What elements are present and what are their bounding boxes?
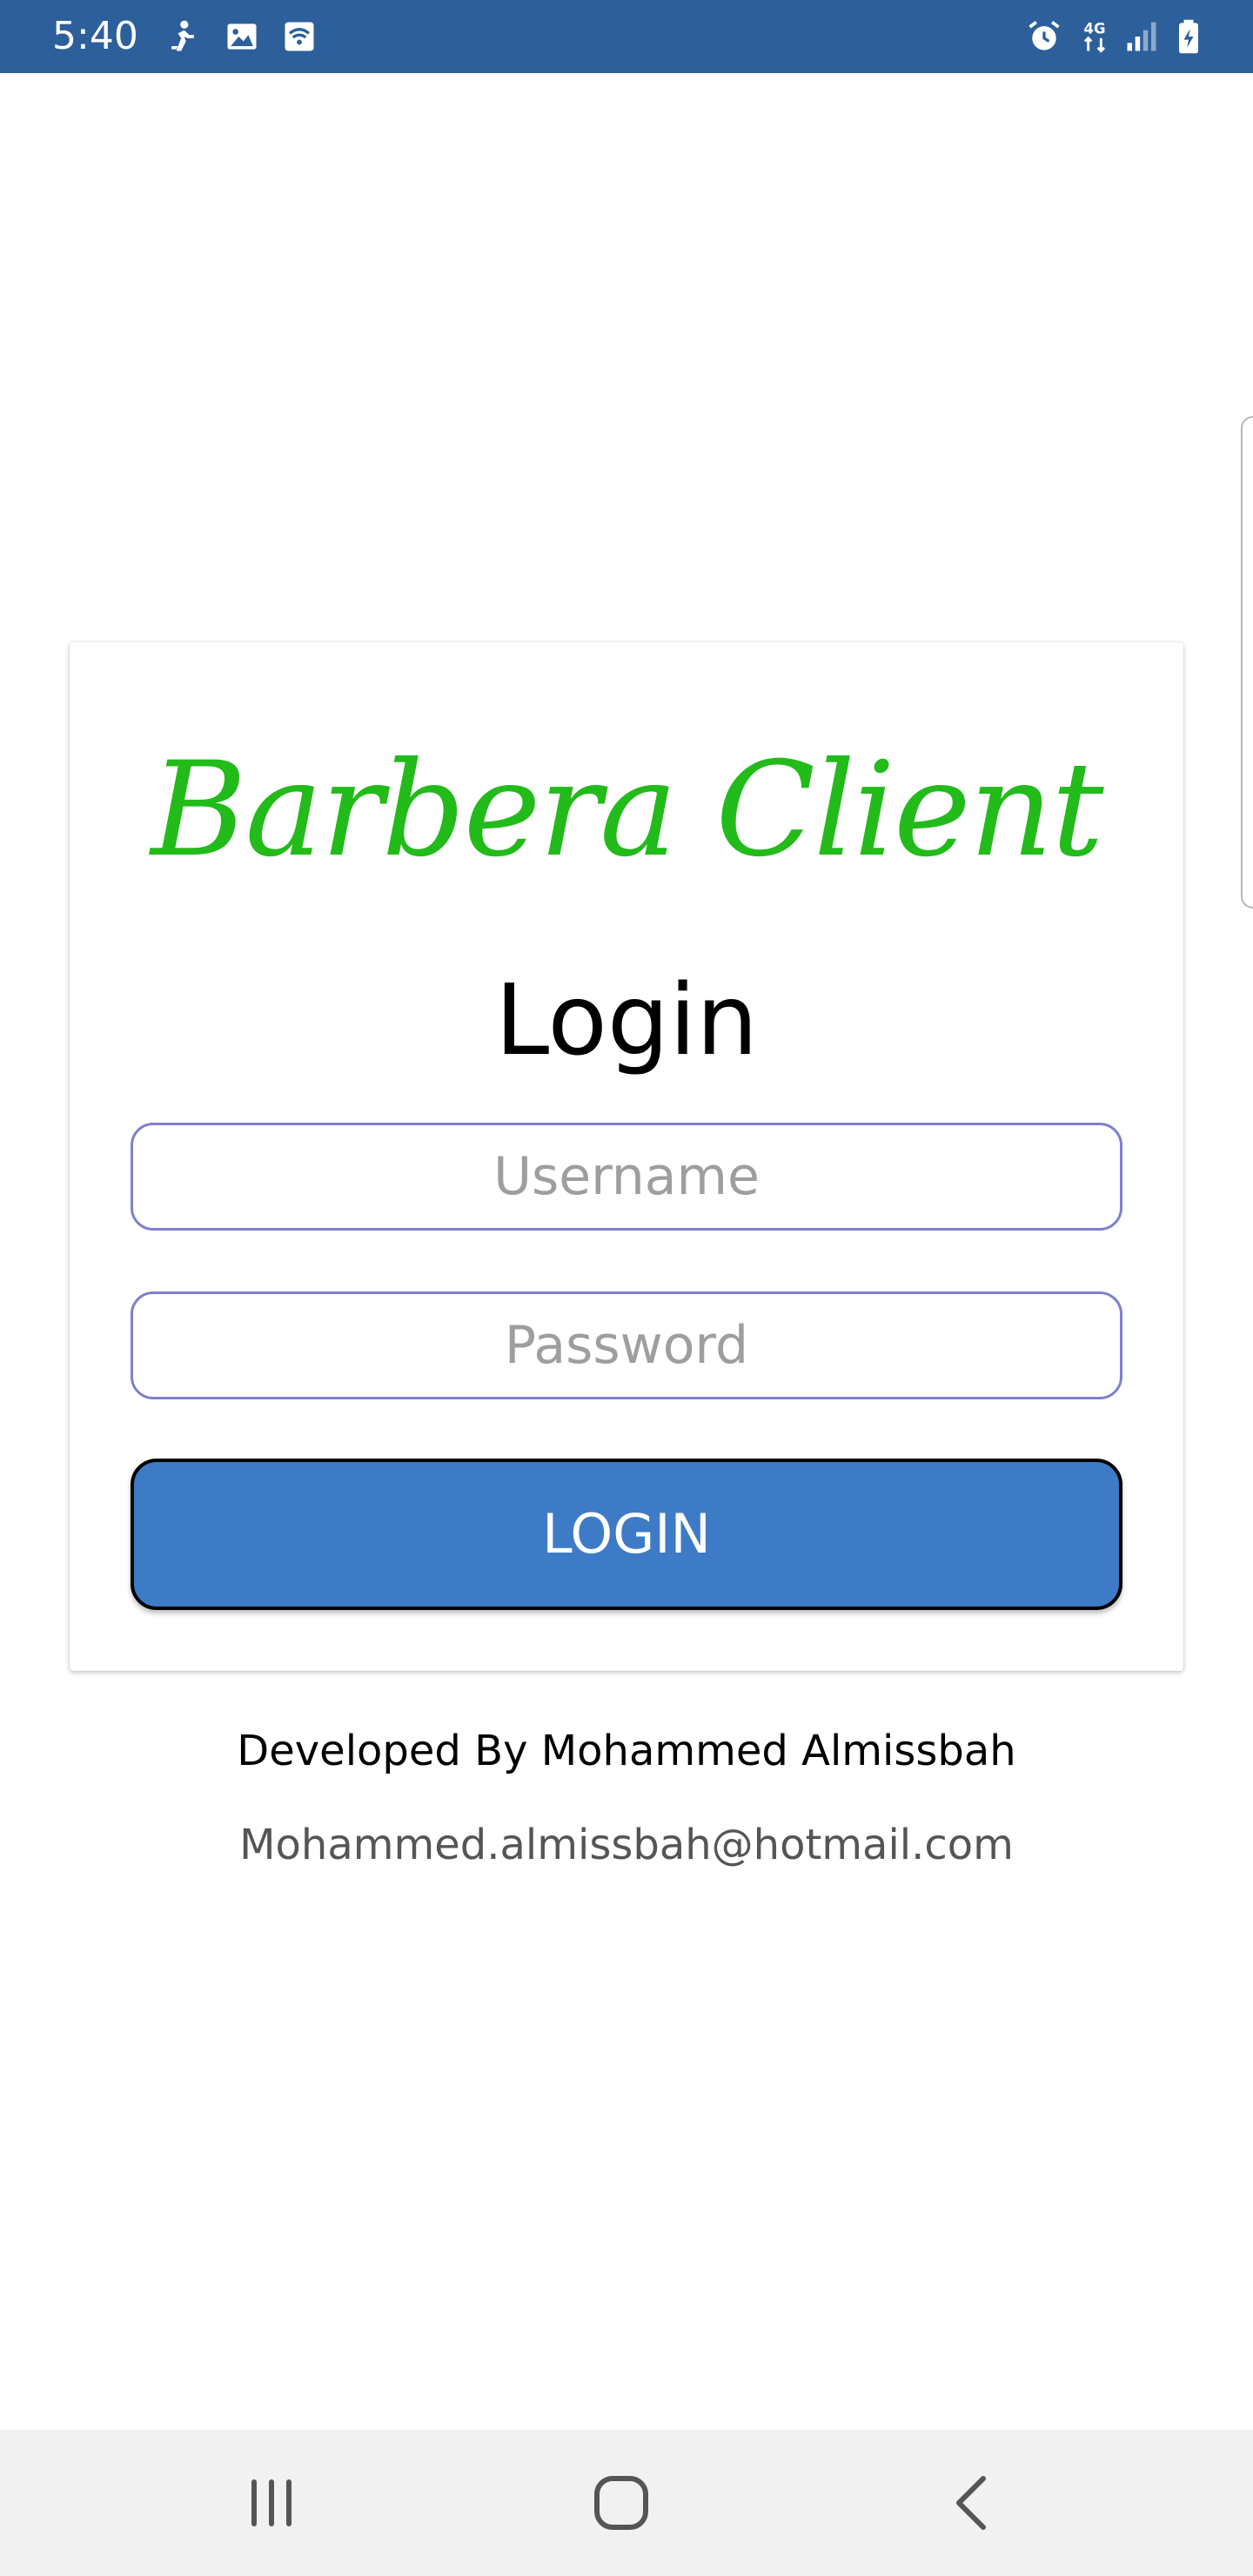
wifi-calling-icon (280, 17, 318, 56)
username-input[interactable] (131, 1123, 1122, 1231)
back-icon[interactable] (938, 2468, 1008, 2538)
developer-credit: Developed By Mohammed Almissbah (237, 1727, 1016, 1775)
login-heading: Login (494, 964, 759, 1077)
status-time: 5:40 (52, 14, 138, 58)
battery-charging-icon (1169, 17, 1208, 56)
svg-text:4G: 4G (1083, 20, 1105, 37)
password-input[interactable] (131, 1291, 1122, 1399)
login-button[interactable]: LOGIN (131, 1459, 1122, 1610)
notification-figure-icon (164, 17, 202, 56)
recents-icon[interactable] (237, 2468, 306, 2538)
developer-email: Mohammed.almissbah@hotmail.com (239, 1821, 1014, 1869)
alarm-icon (1025, 17, 1063, 56)
edge-panel-handle[interactable] (1241, 416, 1253, 909)
navigation-bar (0, 2430, 1253, 2576)
signal-icon (1122, 17, 1161, 56)
gallery-icon (223, 17, 261, 56)
mobile-data-4g-icon: 4G (1075, 17, 1114, 56)
login-card: Barbera Client Login LOGIN (70, 642, 1183, 1671)
home-icon[interactable] (586, 2468, 656, 2538)
app-brand-title: Barbera Client (151, 735, 1103, 886)
status-bar: 5:40 4G (0, 0, 1253, 73)
